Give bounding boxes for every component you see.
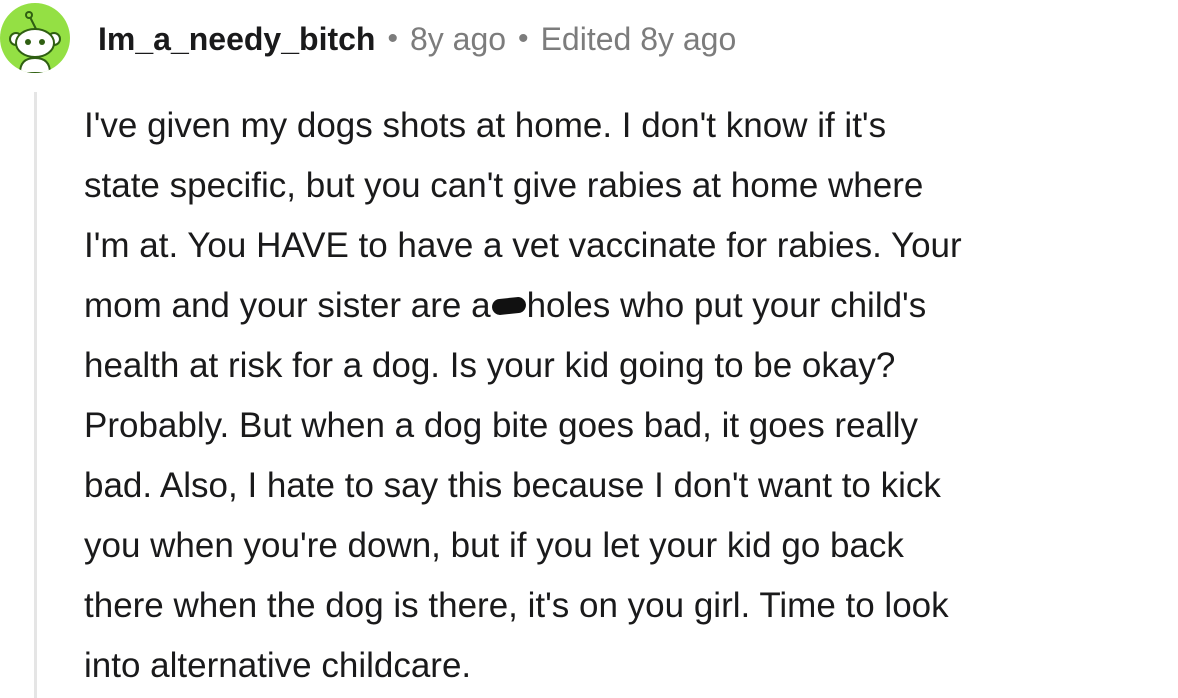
comment-text-line: state specific, but you can't give rabie… <box>84 166 924 205</box>
comment-text-segment: mom and your sister are a <box>84 286 491 325</box>
comment-text-line: bad. Also, I hate to say this because I … <box>84 466 941 505</box>
separator-dot: • <box>518 22 529 55</box>
comment: Im_a_needy_bitch • 8y ago • Edited 8y ag… <box>0 0 1178 698</box>
comment-body: I've given my dogs shots at home. I don'… <box>84 96 1174 696</box>
comment-header: Im_a_needy_bitch • 8y ago • Edited 8y ag… <box>98 14 736 64</box>
avatar[interactable] <box>0 3 70 73</box>
comment-text-line: Probably. But when a dog bite goes bad, … <box>84 406 919 445</box>
comment-text-segment: holes who put your child's <box>526 286 927 325</box>
author-link[interactable]: Im_a_needy_bitch <box>98 21 375 58</box>
timestamp[interactable]: 8y ago <box>410 21 506 58</box>
comment-text-line: I'm at. You HAVE to have a vet vaccinate… <box>84 226 962 265</box>
censor-scribble-icon <box>490 296 527 316</box>
comment-text-line: health at risk for a dog. Is your kid go… <box>84 346 896 385</box>
comment-text-line: I've given my dogs shots at home. I don'… <box>84 106 887 145</box>
separator-dot: • <box>387 22 398 55</box>
edited-label: Edited 8y ago <box>540 20 737 57</box>
comment-text-line: into alternative childcare. <box>84 646 472 685</box>
comment-text-line: you when you're down, but if you let you… <box>84 526 904 565</box>
comment-text-line: there when the dog is there, it's on you… <box>84 586 949 625</box>
comment-text-line: mom and your sister are a holes who put y… <box>84 276 1174 336</box>
thread-collapse-line[interactable] <box>34 92 37 698</box>
snoo-avatar-icon <box>9 11 61 73</box>
